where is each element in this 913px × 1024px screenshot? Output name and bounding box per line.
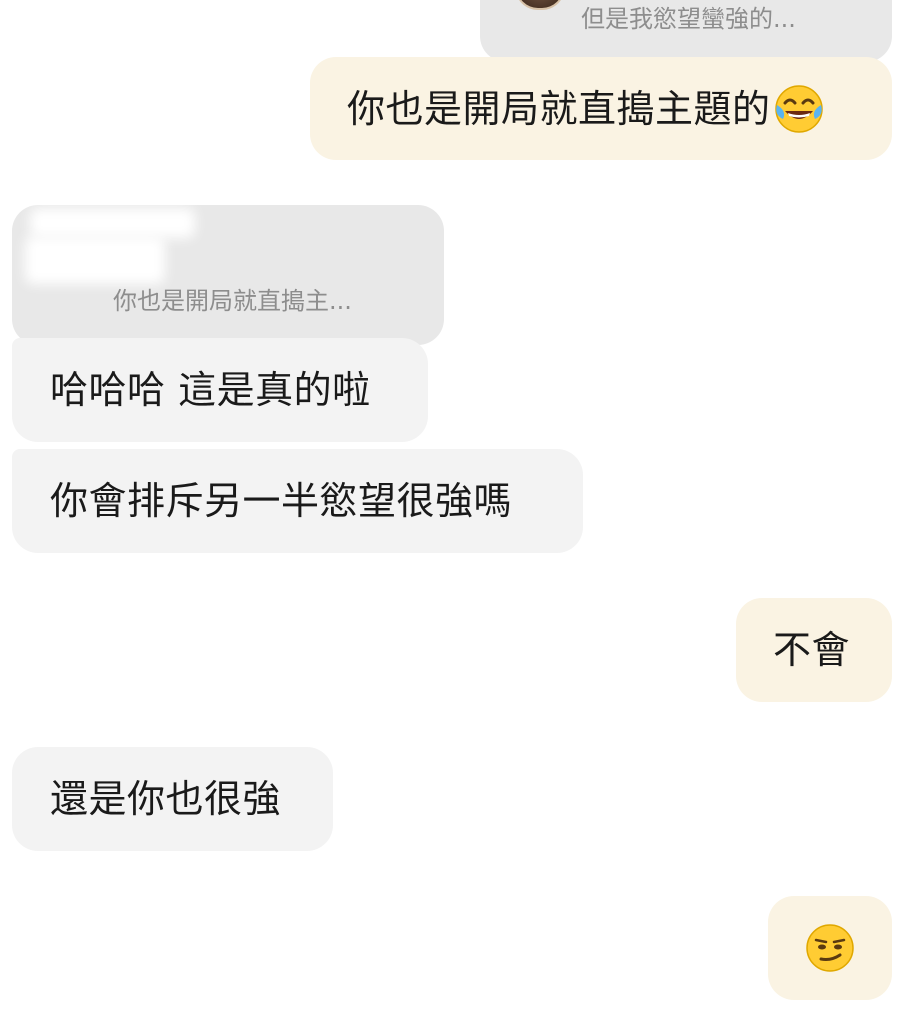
- smirking-face-icon: [804, 922, 856, 974]
- redacted-sender-name: [30, 208, 195, 238]
- their-message-text: 哈哈哈 這是真的啦: [50, 368, 371, 412]
- quoted-message-top-text: 但是我慾望蠻強的...: [581, 5, 796, 33]
- their-message-bubble[interactable]: 還是你也很強: [12, 747, 333, 851]
- their-message-bubble[interactable]: 你會排斥另一半慾望很強嗎: [12, 449, 583, 553]
- my-message-bubble[interactable]: [768, 896, 892, 1000]
- redacted-sender-name: [25, 236, 165, 284]
- their-message-text: 你會排斥另一半慾望很強嗎: [50, 479, 513, 523]
- my-message-bubble[interactable]: 不會: [736, 598, 892, 702]
- my-message-bubble[interactable]: 你也是開局就直搗主題的: [310, 57, 892, 160]
- chat-screen: { "messages": { "quote_top": "但是我慾望蠻強的..…: [0, 0, 913, 1024]
- their-message-bubble[interactable]: 哈哈哈 這是真的啦: [12, 338, 428, 442]
- my-message-text: 不會: [773, 628, 851, 672]
- their-message-text: 還是你也很強: [50, 777, 282, 821]
- quoted-reply-text: 你也是開局就直搗主...: [113, 287, 352, 315]
- face-with-tears-of-joy-icon: [773, 83, 825, 135]
- my-message-text: 你也是開局就直搗主題的: [347, 86, 771, 131]
